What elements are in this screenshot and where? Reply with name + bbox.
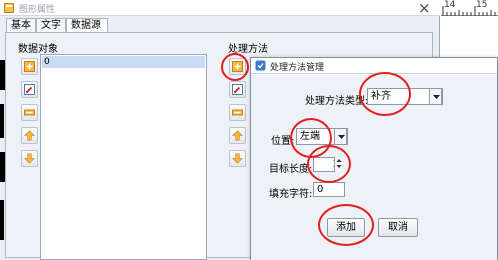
delete-method-button[interactable] — [229, 104, 246, 121]
list-item[interactable]: 0 — [42, 56, 205, 68]
dialog-title: 处理方法管理 — [270, 63, 325, 73]
delete-icon — [24, 109, 35, 116]
edit-icon — [232, 84, 243, 95]
add-button[interactable]: 添加 — [327, 218, 365, 237]
position-label: 位置: — [271, 136, 295, 147]
delete-object-button[interactable] — [21, 104, 38, 121]
move-down-icon — [24, 153, 35, 164]
add-icon — [24, 61, 35, 72]
window-titlebar: 图形属性 × — [0, 0, 440, 17]
app-icon — [4, 3, 14, 13]
chevron-down-icon — [433, 95, 440, 99]
cancel-button[interactable]: 取消 — [378, 218, 418, 237]
target-length-stepper[interactable]: 3 — [313, 157, 343, 172]
position-value: 左端 — [300, 131, 320, 142]
add-icon — [232, 61, 243, 72]
dialog-app-icon — [255, 60, 266, 71]
data-objects-label: 数据对象 — [18, 44, 58, 55]
method-type-select[interactable]: 补齐 — [367, 88, 443, 105]
move-up-icon — [232, 130, 243, 141]
method-type-value: 补齐 — [371, 91, 391, 102]
close-icon[interactable]: × — [418, 0, 431, 17]
canvas-edge-glyphs — [0, 60, 5, 240]
move-up-icon — [24, 130, 35, 141]
stepper-arrows[interactable] — [334, 157, 343, 172]
method-type-dropdown-button[interactable] — [429, 88, 442, 105]
fill-char-label: 填充字符: — [269, 189, 313, 200]
chevron-down-icon — [338, 135, 345, 139]
dialog-titlebar: 处理方法管理 — [251, 58, 497, 74]
method-type-label: 处理方法类型: — [305, 96, 368, 107]
processing-label: 处理方法 — [228, 44, 268, 55]
edit-icon — [24, 84, 35, 95]
dialog-body: 处理方法类型: 补齐 位置: 左端 目标长度: 3 填充字符: 0 添加 取消 — [251, 75, 497, 260]
tab-text[interactable]: 文字 — [36, 18, 66, 33]
move-down-method-button[interactable] — [229, 150, 246, 167]
delete-icon — [232, 109, 243, 116]
move-down-icon — [232, 153, 243, 164]
data-objects-list[interactable]: 0 — [40, 54, 207, 260]
move-up-object-button[interactable] — [21, 127, 38, 144]
horizontal-ruler: 14 15 — [441, 0, 498, 16]
tab-basic[interactable]: 基本 — [6, 18, 36, 33]
move-down-object-button[interactable] — [21, 150, 38, 167]
processing-method-dialog: 处理方法管理 处理方法类型: 补齐 位置: 左端 目标长度: 3 填充字符: 0… — [250, 57, 498, 260]
edit-method-button[interactable] — [229, 81, 246, 98]
position-select[interactable]: 左端 — [296, 128, 348, 145]
ruler-label: 15 — [476, 0, 488, 10]
fill-char-input[interactable]: 0 — [313, 182, 345, 197]
position-dropdown-button[interactable] — [334, 128, 347, 145]
add-object-button[interactable] — [21, 58, 38, 75]
up-down-arrows-icon — [336, 159, 342, 168]
move-up-method-button[interactable] — [229, 127, 246, 144]
window-title: 图形属性 — [19, 5, 56, 15]
target-length-label: 目标长度: — [269, 164, 313, 175]
add-method-button[interactable] — [229, 58, 246, 75]
ruler-label: 14 — [444, 0, 456, 10]
edit-object-button[interactable] — [21, 81, 38, 98]
